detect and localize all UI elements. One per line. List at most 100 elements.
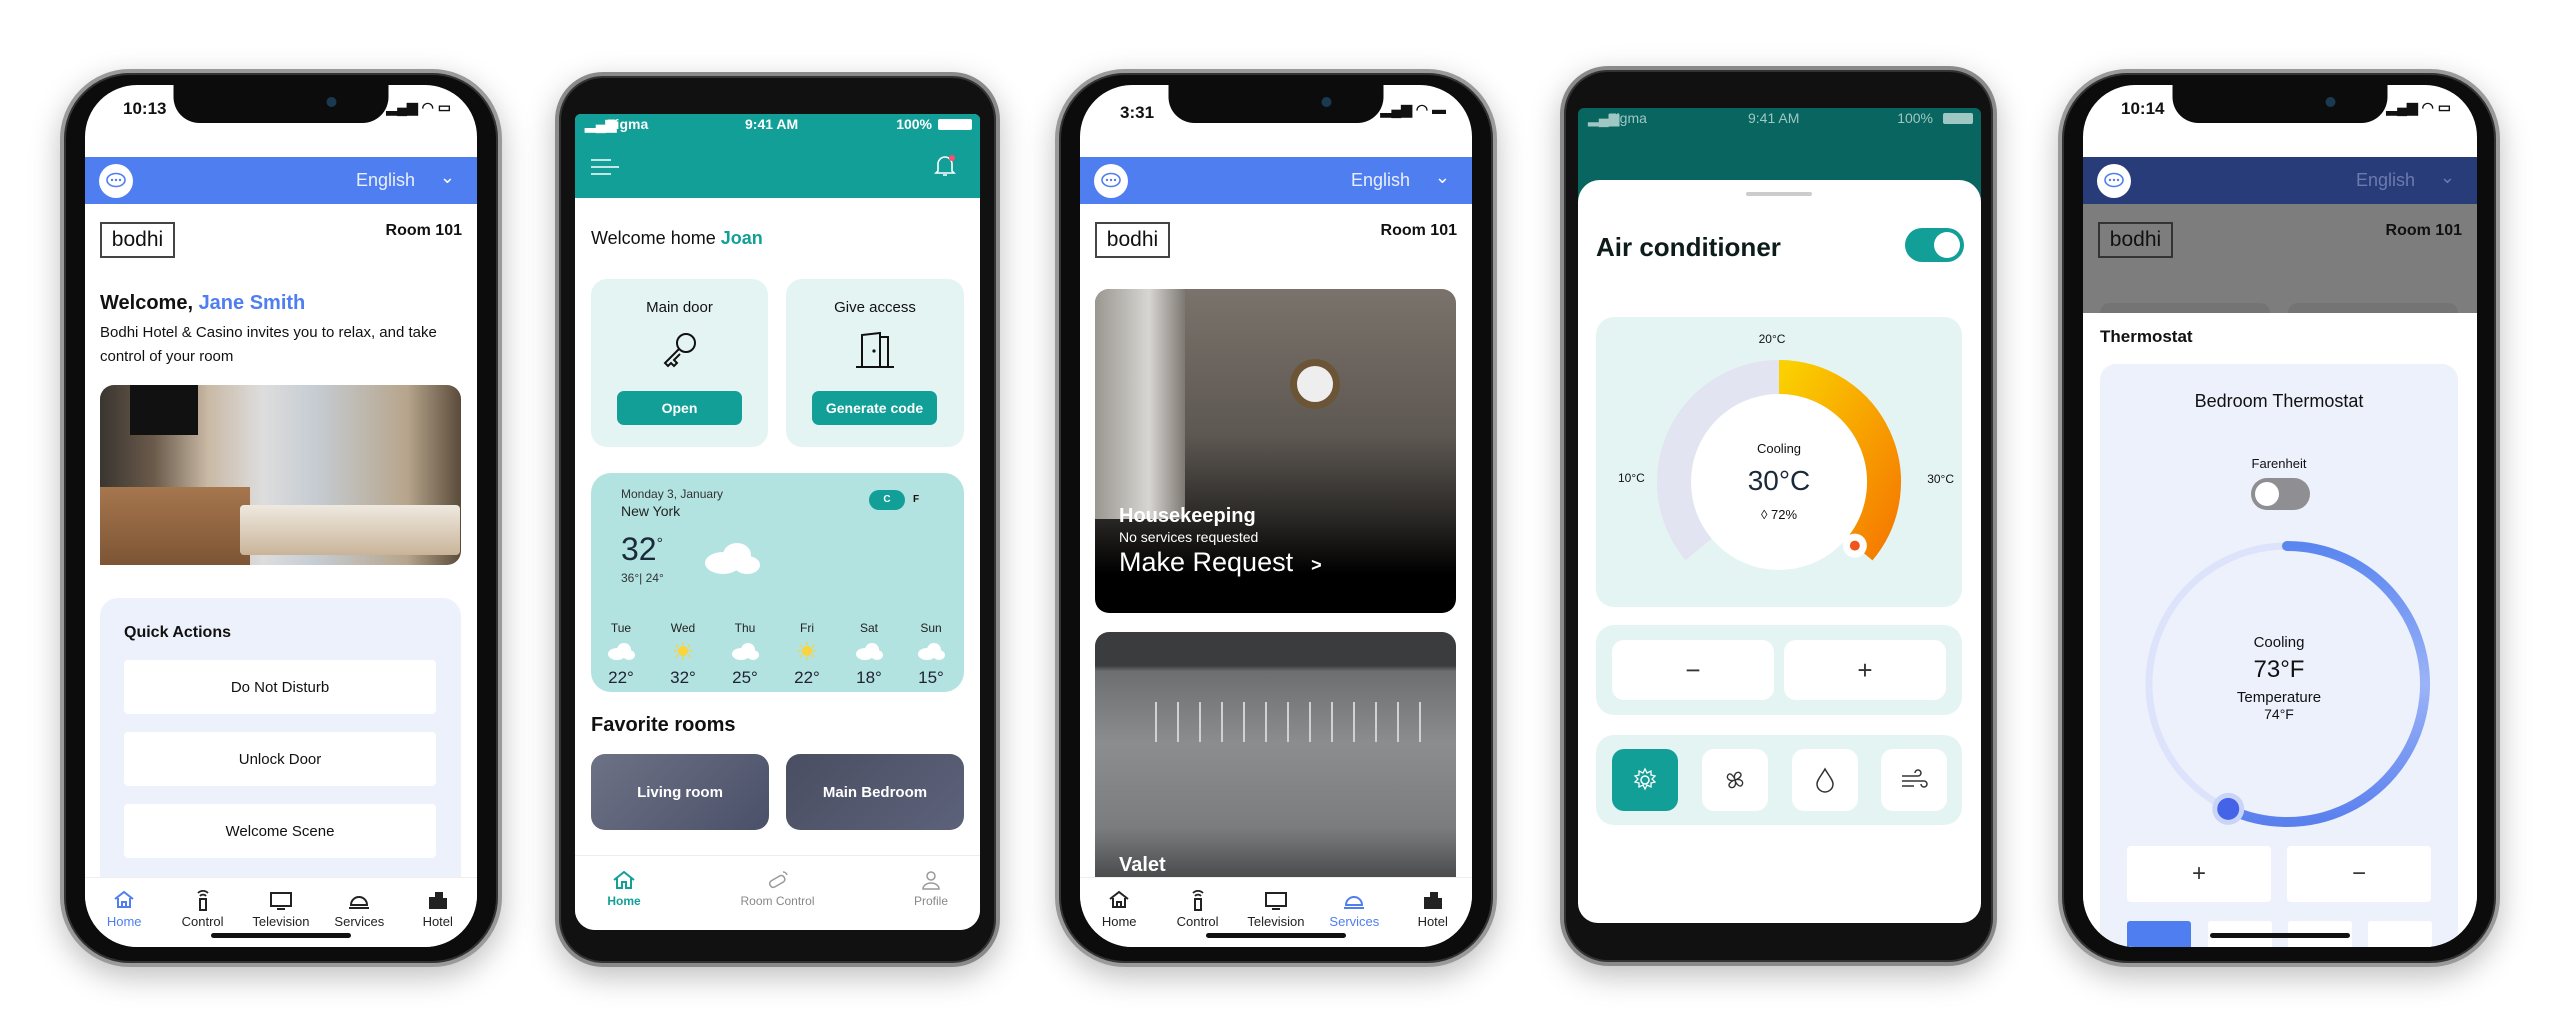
unlock-door-button[interactable]: Unlock Door (124, 732, 436, 786)
fahrenheit-toggle[interactable] (2251, 478, 2310, 510)
battery-level: 100% (1897, 110, 1933, 126)
housekeeping-card[interactable]: Housekeeping No services requested Make … (1095, 289, 1456, 613)
cloud-icon (732, 643, 759, 660)
cloud-icon (856, 643, 883, 660)
chevron-right-icon: > (1311, 555, 1322, 575)
chevron-down-icon[interactable]: ⌄ (1435, 167, 1450, 188)
tab-services[interactable]: Services (1319, 888, 1389, 947)
status-time: 9:41 AM (1748, 110, 1800, 126)
tab-control[interactable]: Control (1163, 888, 1233, 947)
tab-home[interactable]: Home (1084, 888, 1154, 947)
tab-hotel[interactable]: Hotel (1398, 888, 1468, 947)
mode-wind-button[interactable] (1881, 749, 1947, 811)
tab-hotel[interactable]: Hotel (403, 888, 473, 947)
welcome-scene-button[interactable]: Welcome Scene (124, 804, 436, 858)
chat-icon (1101, 172, 1121, 188)
tab-label: Services (334, 914, 385, 929)
chevron-down-icon[interactable]: ⌄ (2440, 167, 2455, 188)
mode-label: Cooling (1756, 441, 1802, 456)
tab-label: Home (607, 894, 641, 908)
home-indicator (2210, 933, 2350, 938)
sun-icon (674, 642, 692, 660)
power-toggle[interactable] (1905, 228, 1964, 262)
welcome-prefix: Welcome home (591, 228, 721, 248)
tab-control[interactable]: Control (168, 888, 238, 947)
home-indicator (1206, 933, 1346, 938)
decrease-button[interactable]: − (2287, 846, 2431, 902)
make-request-label: Make Request (1119, 547, 1294, 577)
temperature-value: 74°F (2264, 706, 2294, 722)
language-select[interactable]: English (1351, 170, 1410, 191)
remote-icon (1191, 890, 1204, 911)
service-bell-icon (1344, 896, 1365, 909)
mode-button[interactable] (2127, 921, 2191, 947)
top-bar: English ⌄ (1080, 157, 1472, 204)
forecast-day: Sat 18° (844, 621, 894, 688)
do-not-disturb-button[interactable]: Do Not Disturb (124, 660, 436, 714)
mode-button[interactable] (2368, 921, 2432, 947)
carrier: Figma (607, 116, 649, 132)
mode-auto-button[interactable] (1612, 749, 1678, 811)
home-icon (1109, 890, 1129, 908)
battery-icon (938, 119, 972, 130)
tab-television[interactable]: Television (246, 888, 316, 947)
tab-room-control[interactable]: Room Control (723, 868, 833, 930)
card-title: Bedroom Thermostat (2194, 391, 2364, 411)
mode-dry-button[interactable] (1792, 749, 1858, 811)
setpoint-value: 30°C (1747, 465, 1811, 496)
forecast-day-label: Wed (670, 621, 696, 635)
valet-title: Valet (1119, 854, 1166, 876)
forecast-temp: 18° (856, 668, 882, 687)
decrease-button[interactable]: − (1612, 640, 1774, 700)
screen: 3:31 ▂▄▆ ◠ ▬ English ⌄ bodhi Room 101 Ho… (1080, 85, 1472, 947)
chat-button[interactable] (2097, 164, 2131, 198)
favorite-room-bedroom[interactable]: Main Bedroom (786, 754, 964, 830)
home-icon (114, 890, 134, 908)
chat-button[interactable] (1094, 164, 1128, 198)
tab-services[interactable]: Services (324, 888, 394, 947)
guest-name: Jane Smith (198, 292, 306, 314)
tv-in-photo (130, 385, 198, 435)
forecast-temp: 22° (608, 668, 634, 687)
increase-button[interactable]: + (1784, 640, 1946, 700)
door-icon (856, 331, 894, 368)
tab-label: Services (1329, 914, 1380, 929)
tab-home[interactable]: Home (89, 888, 159, 947)
gauge-card: 20°C 10°C 30°C Cooling 30°C ◊ 72% (1596, 317, 1962, 607)
favorite-room-living[interactable]: Living room (591, 754, 769, 830)
humidity: ◊ 72% (1596, 507, 1962, 522)
chat-button[interactable] (99, 164, 133, 198)
valet-card[interactable]: Valet (1095, 632, 1456, 912)
menu-button[interactable] (591, 158, 619, 181)
chevron-down-icon[interactable]: ⌄ (440, 167, 455, 188)
dimmed-overlay[interactable] (2083, 204, 2477, 323)
tab-home[interactable]: Home (589, 868, 659, 930)
forecast-temp: 22° (794, 668, 820, 687)
notifications-button[interactable] (934, 154, 956, 183)
celsius-toggle[interactable]: C (869, 490, 905, 510)
open-door-button[interactable]: Open (617, 391, 742, 425)
increase-button[interactable]: + (2127, 846, 2271, 902)
tab-label: Hotel (422, 914, 453, 929)
tab-profile[interactable]: Profile (896, 868, 966, 930)
thermostat-dial[interactable] (2137, 534, 2437, 834)
cloud-icon (918, 643, 945, 660)
bed (240, 505, 460, 555)
carrier: Figma (1608, 110, 1647, 126)
tab-television[interactable]: Television (1241, 888, 1311, 947)
temperature-gauge[interactable] (1596, 317, 1962, 607)
temperature-label: Temperature (2236, 689, 2322, 706)
thermostat-card: Bedroom Thermostat Farenheit Cooling 73°… (2100, 364, 2458, 947)
generate-code-button[interactable]: Generate code (812, 391, 937, 425)
status-time: 9:41 AM (745, 116, 799, 132)
sheet-handle[interactable] (1746, 192, 1812, 196)
temp-value: 32 (621, 531, 657, 567)
language-select[interactable]: English (2356, 170, 2415, 191)
mirror-in-photo (1290, 359, 1340, 409)
language-select[interactable]: English (356, 170, 415, 191)
logo: bodhi (2098, 222, 2173, 258)
mode-fan-button[interactable] (1702, 749, 1768, 811)
give-access-card: Give access Generate code (786, 279, 964, 447)
fahrenheit-toggle[interactable]: F (913, 494, 919, 505)
make-request-link[interactable]: Make Request > (1119, 547, 1322, 578)
